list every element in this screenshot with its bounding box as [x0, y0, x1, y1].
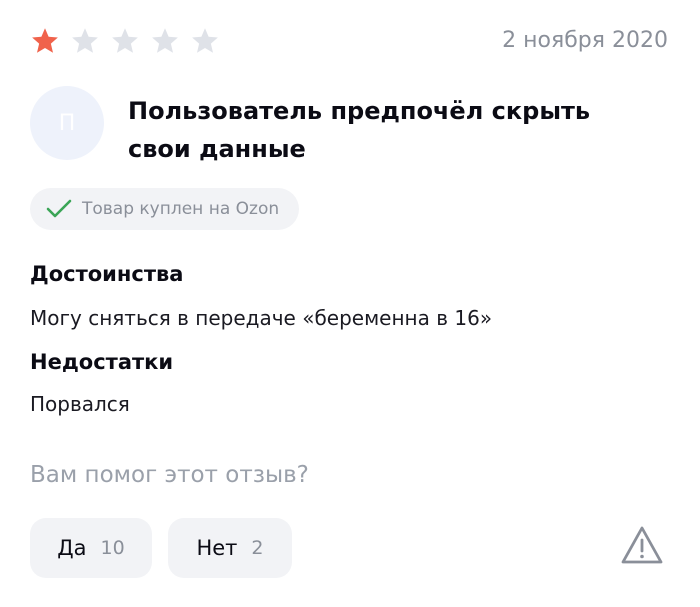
vote-no-button[interactable]: Нет 2: [168, 518, 292, 578]
pros-text: Могу сняться в передаче «беременна в 16»: [30, 306, 493, 330]
helpful-question: Вам помог этот отзыв?: [30, 462, 309, 488]
star-icon: [192, 28, 218, 53]
cons-title: Недостатки: [30, 350, 174, 374]
cons-text: Порвался: [30, 392, 130, 416]
checkmark-icon: [46, 199, 72, 218]
pros-title: Достоинства: [30, 262, 184, 286]
report-button[interactable]: [620, 524, 664, 568]
warning-triangle-icon: [621, 526, 663, 564]
vote-yes-label: Да: [57, 536, 87, 560]
star-icon: [32, 28, 58, 53]
author-name: Пользователь предпочёл скрыть свои данны…: [128, 97, 591, 163]
star-icon: [152, 28, 178, 53]
vote-no-label: Нет: [196, 536, 238, 560]
avatar: П: [30, 86, 104, 160]
purchase-badge: Товар куплен на Ozon: [30, 188, 300, 230]
vote-yes-button[interactable]: Да 10: [30, 518, 152, 578]
avatar-letter: П: [58, 110, 76, 136]
purchase-badge-label: Товар куплен на Ozon: [82, 199, 280, 219]
star-icon: [72, 28, 98, 53]
vote-no-count: 2: [251, 537, 264, 559]
review-date: 2 ноября 2020: [502, 28, 668, 53]
star-icon: [112, 28, 138, 53]
vote-yes-count: 10: [100, 537, 125, 559]
rating-stars: [30, 26, 220, 56]
